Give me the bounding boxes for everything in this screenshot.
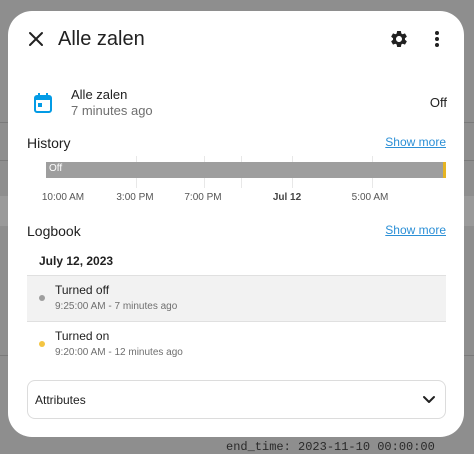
gear-icon: [391, 30, 407, 47]
attributes-expander[interactable]: Attributes: [27, 380, 446, 419]
background-text: end_time: 2023-11-10 00:00:00: [226, 440, 435, 454]
entity-state: Off: [429, 95, 447, 110]
more-info-dialog: Alle zalen Alle zalen 7 minutes ago Off …: [8, 11, 464, 437]
dialog-title: Alle zalen: [58, 28, 145, 50]
logbook-entry-message: Turned on: [55, 329, 110, 343]
timeline-tick-label: 7:00 PM: [184, 192, 222, 203]
logbook-entry[interactable]: Turned off 9:25:00 AM - 7 minutes ago: [27, 276, 446, 321]
history-timeline[interactable]: Off: [46, 156, 446, 196]
timeline-segment-label: Off: [49, 163, 63, 174]
logbook-title: Logbook: [27, 223, 81, 239]
history-show-more-link[interactable]: Show more: [385, 135, 446, 149]
chevron-down-icon: [423, 396, 435, 403]
settings-button[interactable]: [385, 25, 413, 53]
attributes-label: Attributes: [35, 393, 86, 407]
timeline-tick-label: 10:00 AM: [41, 192, 85, 203]
timeline-segment-on[interactable]: [443, 162, 446, 178]
calendar-icon: [34, 93, 52, 113]
entity-name: Alle zalen: [71, 87, 128, 102]
timeline-segment-off[interactable]: [46, 162, 443, 178]
state-dot-icon: [39, 341, 45, 347]
logbook-show-more-link[interactable]: Show more: [385, 223, 446, 237]
timeline-tick-label: 5:00 AM: [351, 192, 389, 203]
logbook-entry-time: 9:20:00 AM - 12 minutes ago: [55, 347, 183, 358]
logbook-entry-message: Turned off: [55, 283, 110, 297]
history-title: History: [27, 135, 71, 151]
state-dot-icon: [39, 295, 45, 301]
logbook-date: July 12, 2023: [39, 254, 114, 268]
close-icon: [29, 32, 43, 46]
close-button[interactable]: [22, 25, 50, 53]
timeline-tick-label: Jul 12: [272, 192, 302, 203]
timeline-tick-label: 3:00 PM: [116, 192, 154, 203]
entity-last-changed: 7 minutes ago: [71, 103, 153, 118]
logbook-entry-time: 9:25:00 AM - 7 minutes ago: [55, 301, 178, 312]
logbook-entry[interactable]: Turned on 9:20:00 AM - 12 minutes ago: [27, 322, 446, 367]
more-options-button[interactable]: [423, 25, 451, 53]
more-vertical-icon: [435, 31, 439, 47]
